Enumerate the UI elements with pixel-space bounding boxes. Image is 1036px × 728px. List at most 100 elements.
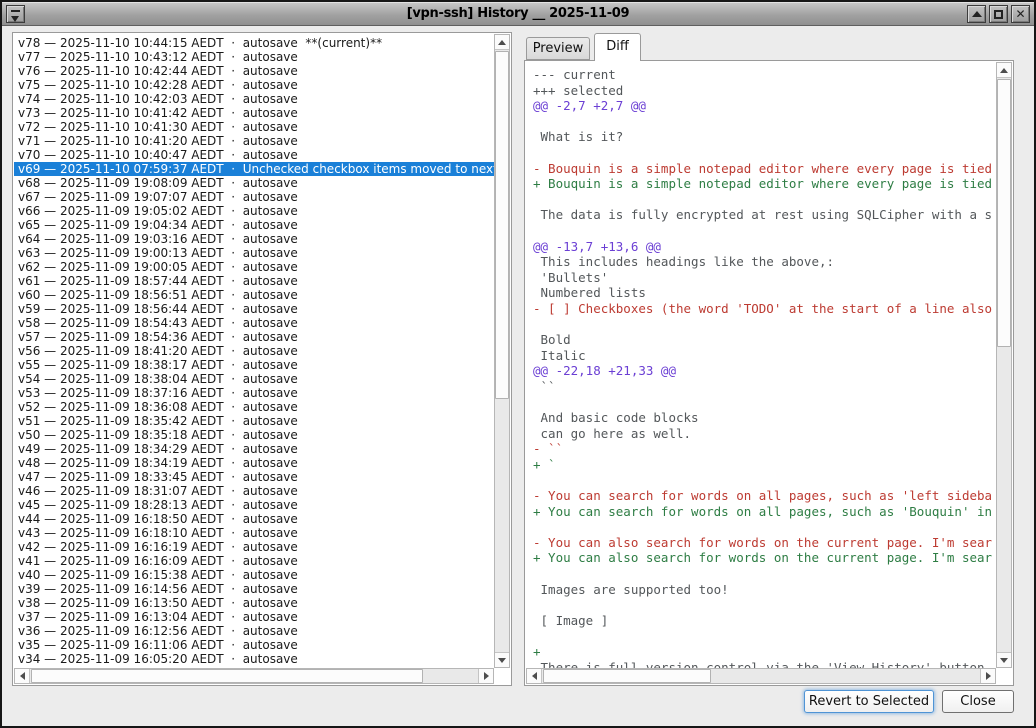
scroll-left-button[interactable]: [15, 669, 30, 683]
list-item[interactable]: v35 — 2025-11-09 16:11:06 AEDT · autosav…: [14, 638, 496, 652]
diff-line: @@ -13,7 +13,6 @@: [533, 239, 996, 255]
titlebar: [vpn-ssh] History __ 2025-11-09 ✕: [2, 2, 1034, 26]
list-item[interactable]: v50 — 2025-11-09 18:35:18 AEDT · autosav…: [14, 428, 496, 442]
diff-line: [533, 394, 996, 410]
diff-line: This includes headings like the above,:: [533, 254, 996, 270]
list-item[interactable]: v61 — 2025-11-09 18:57:44 AEDT · autosav…: [14, 274, 496, 288]
arrow-left-icon: [532, 672, 537, 680]
scroll-up-button[interactable]: [997, 63, 1011, 78]
close-button[interactable]: Close: [942, 690, 1014, 713]
revert-to-selected-button[interactable]: Revert to Selected: [804, 690, 934, 713]
list-item[interactable]: v73 — 2025-11-10 10:41:42 AEDT · autosav…: [14, 106, 496, 120]
list-item[interactable]: v44 — 2025-11-09 16:18:50 AEDT · autosav…: [14, 512, 496, 526]
list-item[interactable]: v75 — 2025-11-10 10:42:28 AEDT · autosav…: [14, 78, 496, 92]
list-item[interactable]: v43 — 2025-11-09 16:18:10 AEDT · autosav…: [14, 526, 496, 540]
diff-line: [533, 317, 996, 333]
list-item[interactable]: v59 — 2025-11-09 18:56:44 AEDT · autosav…: [14, 302, 496, 316]
list-item[interactable]: v53 — 2025-11-09 18:37:16 AEDT · autosav…: [14, 386, 496, 400]
diff-line: [533, 597, 996, 613]
list-item[interactable]: v40 — 2025-11-09 16:15:38 AEDT · autosav…: [14, 568, 496, 582]
diff-line: - Bouquin is a simple notepad editor whe…: [533, 161, 996, 177]
list-item[interactable]: v71 — 2025-11-10 10:41:20 AEDT · autosav…: [14, 134, 496, 148]
list-item[interactable]: v65 — 2025-11-09 19:04:34 AEDT · autosav…: [14, 218, 496, 232]
tab-preview[interactable]: Preview: [526, 37, 590, 60]
list-vertical-scrollbar-thumb[interactable]: [495, 51, 509, 399]
diff-vertical-scrollbar[interactable]: [996, 62, 1012, 668]
list-item[interactable]: v78 — 2025-11-10 10:44:15 AEDT · autosav…: [14, 36, 496, 50]
diff-line: [533, 223, 996, 239]
scroll-up-button[interactable]: [495, 35, 509, 50]
list-item[interactable]: v54 — 2025-11-09 18:38:04 AEDT · autosav…: [14, 372, 496, 386]
list-item[interactable]: v36 — 2025-11-09 16:12:56 AEDT · autosav…: [14, 624, 496, 638]
list-item[interactable]: v51 — 2025-11-09 18:35:42 AEDT · autosav…: [14, 414, 496, 428]
list-item[interactable]: v42 — 2025-11-09 16:16:19 AEDT · autosav…: [14, 540, 496, 554]
diff-line: @@ -2,7 +2,7 @@: [533, 98, 996, 114]
diff-line: - [ ] Checkboxes (the word 'TODO' at the…: [533, 301, 996, 317]
list-item[interactable]: v56 — 2025-11-09 18:41:20 AEDT · autosav…: [14, 344, 496, 358]
list-item[interactable]: v47 — 2025-11-09 18:33:45 AEDT · autosav…: [14, 470, 496, 484]
list-item[interactable]: v66 — 2025-11-09 19:05:02 AEDT · autosav…: [14, 204, 496, 218]
close-icon: ✕: [1015, 8, 1025, 20]
list-item[interactable]: v68 — 2025-11-09 19:08:09 AEDT · autosav…: [14, 176, 496, 190]
list-item[interactable]: v46 — 2025-11-09 18:31:07 AEDT · autosav…: [14, 484, 496, 498]
list-item[interactable]: v49 — 2025-11-09 18:34:29 AEDT · autosav…: [14, 442, 496, 456]
tab-diff[interactable]: Diff: [594, 33, 641, 61]
scroll-down-button[interactable]: [997, 652, 1011, 667]
diff-line: + You can also search for words on the c…: [533, 550, 996, 566]
diff-line: The data is fully encrypted at rest usin…: [533, 207, 996, 223]
diff-line: Numbered lists: [533, 285, 996, 301]
list-item[interactable]: v55 — 2025-11-09 18:38:17 AEDT · autosav…: [14, 358, 496, 372]
list-item[interactable]: v57 — 2025-11-09 18:54:36 AEDT · autosav…: [14, 330, 496, 344]
diff-line: - You can also search for words on the c…: [533, 535, 996, 551]
maximize-button[interactable]: [989, 5, 1008, 23]
list-item[interactable]: v52 — 2025-11-09 18:36:08 AEDT · autosav…: [14, 400, 496, 414]
scroll-down-button[interactable]: [495, 652, 509, 667]
list-item[interactable]: v37 — 2025-11-09 16:13:04 AEDT · autosav…: [14, 610, 496, 624]
list-horizontal-scrollbar-thumb[interactable]: [31, 669, 423, 683]
list-vertical-scrollbar[interactable]: [494, 34, 510, 668]
diff-line: [533, 472, 996, 488]
diff-line: Bold: [533, 332, 996, 348]
arrow-right-icon: [484, 672, 489, 680]
list-item[interactable]: v58 — 2025-11-09 18:54:43 AEDT · autosav…: [14, 316, 496, 330]
list-horizontal-scrollbar[interactable]: [14, 668, 494, 684]
diff-line: There is full version control via the 'V…: [533, 660, 996, 668]
list-item[interactable]: v34 — 2025-11-09 16:05:20 AEDT · autosav…: [14, 652, 496, 666]
list-item[interactable]: v62 — 2025-11-09 19:00:05 AEDT · autosav…: [14, 260, 496, 274]
history-list-items: v78 — 2025-11-10 10:44:15 AEDT · autosav…: [14, 34, 496, 670]
list-item[interactable]: v74 — 2025-11-10 10:42:03 AEDT · autosav…: [14, 92, 496, 106]
diff-line: + `: [533, 457, 996, 473]
diff-line: +++ selected: [533, 83, 996, 99]
list-item[interactable]: v48 — 2025-11-09 18:34:19 AEDT · autosav…: [14, 456, 496, 470]
diff-line: And basic code blocks: [533, 410, 996, 426]
diff-horizontal-scrollbar-thumb[interactable]: [543, 669, 711, 683]
list-item[interactable]: v69 — 2025-11-10 07:59:37 AEDT · Uncheck…: [14, 162, 496, 176]
list-item[interactable]: v39 — 2025-11-09 16:14:56 AEDT · autosav…: [14, 582, 496, 596]
scroll-right-button[interactable]: [478, 669, 493, 683]
scroll-right-button[interactable]: [980, 669, 995, 683]
diff-line: 'Bullets': [533, 270, 996, 286]
diff-line: + Bouquin is a simple notepad editor whe…: [533, 176, 996, 192]
diff-horizontal-scrollbar[interactable]: [526, 668, 996, 684]
list-item[interactable]: v41 — 2025-11-09 16:16:09 AEDT · autosav…: [14, 554, 496, 568]
list-item[interactable]: v45 — 2025-11-09 18:28:13 AEDT · autosav…: [14, 498, 496, 512]
diff-line: [533, 566, 996, 582]
list-item[interactable]: v72 — 2025-11-10 10:41:30 AEDT · autosav…: [14, 120, 496, 134]
scroll-left-button[interactable]: [527, 669, 542, 683]
shade-icon: [972, 11, 982, 17]
list-item[interactable]: v67 — 2025-11-09 19:07:07 AEDT · autosav…: [14, 190, 496, 204]
list-item[interactable]: v64 — 2025-11-09 19:03:16 AEDT · autosav…: [14, 232, 496, 246]
list-item[interactable]: v60 — 2025-11-09 18:56:51 AEDT · autosav…: [14, 288, 496, 302]
list-item[interactable]: v76 — 2025-11-10 10:42:44 AEDT · autosav…: [14, 64, 496, 78]
diff-line: [ Image ]: [533, 613, 996, 629]
diff-line: [533, 519, 996, 535]
list-item[interactable]: v63 — 2025-11-09 19:00:13 AEDT · autosav…: [14, 246, 496, 260]
maximize-icon: [994, 10, 1003, 19]
list-item[interactable]: v77 — 2025-11-10 10:43:12 AEDT · autosav…: [14, 50, 496, 64]
list-item[interactable]: v38 — 2025-11-09 16:13:50 AEDT · autosav…: [14, 596, 496, 610]
close-window-button[interactable]: ✕: [1011, 5, 1030, 23]
diff-line: [533, 628, 996, 644]
shade-button[interactable]: [967, 5, 986, 23]
list-item[interactable]: v70 — 2025-11-10 10:40:47 AEDT · autosav…: [14, 148, 496, 162]
diff-vertical-scrollbar-thumb[interactable]: [997, 79, 1011, 347]
